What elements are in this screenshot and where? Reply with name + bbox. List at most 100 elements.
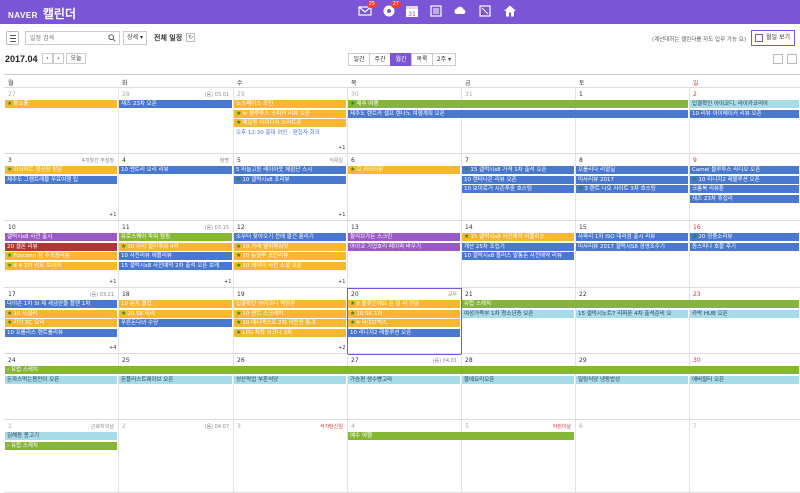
contacts-icon[interactable] [429,4,443,18]
day-cell[interactable] [461,420,575,493]
event-item[interactable]: ★8 볼류킨에요 준 일 리 전달 [348,300,460,308]
event-item[interactable]: 갤럭시s8 사전 출시 [5,233,117,241]
event-item[interactable]: 할리브가든 스크린 [348,233,460,241]
event-item[interactable]: 김해동 몽고기 [5,432,117,440]
event-item[interactable]: 돈까스먹는봄만이 오픈 [5,375,117,384]
more-events-link[interactable]: +1 [338,145,345,151]
event-item[interactable]: ★뉴 블루투스 스피커 리뷰 오픈 [234,109,346,118]
day-cell[interactable] [347,221,461,288]
event-item[interactable]: ★10 에이다 사전 소셜 오픈 [234,261,346,270]
day-cell[interactable] [118,420,233,493]
event-item[interactable]: 가슴편 생수빵고라 [348,375,460,384]
day-cell[interactable] [689,288,800,354]
day-cell[interactable] [4,354,118,420]
event-item[interactable]: ★메일동 아이디어 스마트폰 [234,119,346,127]
event-item[interactable]: ★제주 여행 [348,100,688,108]
next-month-button[interactable]: › [53,53,64,64]
mail-icon[interactable]: 25 [358,1,377,18]
print-icon[interactable] [773,54,783,64]
event-item[interactable]: 입결확인 아이코디, 라이카코리아 [690,100,799,108]
event-item[interactable]: ★LPG 차량 시크니 3차 [234,328,346,337]
event-item[interactable]: 계산 25차 조립기 [462,242,574,251]
event-item[interactable]: ★3 렌트 나오 사이트 3차 호스팅 [576,185,688,193]
day-cell[interactable] [461,288,575,354]
event-item[interactable]: 다이슨 1차 SI 제 세금얻을 플랜 1차 [5,300,117,308]
day-cell[interactable] [689,88,800,154]
day-cell[interactable] [118,354,233,420]
event-item[interactable]: ★20 SK 타리 [119,309,232,318]
event-item[interactable]: Camel 블루투스 라디오 오픈 [690,166,799,174]
event-item[interactable]: 10 갤럭시s8 플러스 발통돈 사전예약 리뷰 [462,252,574,260]
day-cell[interactable] [689,354,800,420]
event-item[interactable]: 10 리뷰 아이메이커 리뷰 오픈 [690,109,799,118]
cloud-icon[interactable] [453,4,467,18]
day-cell[interactable] [233,354,347,420]
more-events-link[interactable]: +1 [109,279,116,285]
event-item[interactable]: 크롬북 리뷰툰 [690,185,799,193]
event-item[interactable]: ★카카 RC 오리 [5,319,117,327]
event-item[interactable]: ★10 갤럭시s8 조리뷰 [234,175,346,184]
event-item[interactable]: 재즈 23차 오픈 [119,100,232,108]
day-cell[interactable] [233,420,347,493]
event-item[interactable]: ★10 듀랄루 조인리뷰 [234,252,346,260]
event-item[interactable]: 아이코 기업호리 페이퍼 바우기 [348,242,460,251]
event-item[interactable]: ★15 갤럭시s8 가격 1차 출석 오픈 [462,166,574,174]
talk-icon[interactable]: 27 [382,1,401,18]
event-item[interactable]: 10 된지 졸업 [119,300,232,308]
day-cell[interactable] [575,420,689,493]
event-item[interactable]: 오후 12:30 홍대 와인 · 편집자 회의 [234,129,346,137]
event-item[interactable]: 푸른돈다녀 수당 [119,319,232,327]
event-item[interactable]: ‹ 유럽 스케치 [5,366,799,374]
event-item[interactable]: 10 렌터나은 리뷰 오픈 [462,175,574,184]
event-item[interactable]: › 유럽 스케치 [5,441,117,450]
event-item[interactable]: ★10 가래 웰피파워킷 [234,242,346,251]
event-item[interactable]: 에버필터 오픈 [690,375,799,384]
memo-icon[interactable] [478,4,492,18]
event-item[interactable]: ★30 아티 컬러파워 4리 [119,242,232,251]
event-item[interactable]: ★8 4 3차 리모 보이저 [5,261,117,270]
day-cell[interactable] [575,88,689,154]
day-cell[interactable] [689,221,800,288]
refresh-icon[interactable]: ↻ [186,33,195,42]
event-item[interactable]: 여성가족부 1차 청소년증 오픈 [462,309,574,318]
view-tab[interactable]: 2주 ▾ [432,53,456,66]
day-cell[interactable] [347,88,461,154]
event-item[interactable]: 제주도 그램트래블 무료여행 팁 [5,175,117,184]
more-events-link[interactable]: +1 [338,279,345,285]
day-cell[interactable] [347,420,461,493]
event-item[interactable]: 미사리뷰 2017 갤럭시S8 경영조주기 [576,242,688,251]
event-item[interactable]: 프롤리다 리얼딜 [576,166,688,174]
day-cell[interactable] [575,221,689,288]
more-events-link[interactable]: +1 [109,212,116,218]
more-events-link[interactable]: +1 [224,279,231,285]
detail-search-dropdown[interactable]: 상세 ▾ [123,31,147,45]
event-item[interactable]: ★10 센트 스크래치 [234,309,346,318]
event-item[interactable]: 10 프롤리스 렌트룰리뷰 [5,328,117,337]
event-item[interactable]: 카박 HUB 오픈 [690,309,799,318]
view-tab[interactable]: 일간 [348,53,370,66]
day-cell[interactable] [461,88,575,154]
day-cell[interactable] [575,354,689,420]
event-item[interactable]: ★10 SK 1차 [348,309,460,318]
event-item[interactable]: 노스페이스 조인 [234,100,346,108]
event-item[interactable]: 재즈 23차 휴집리 [690,194,799,203]
day-cell[interactable] [4,420,118,493]
event-item[interactable]: 제주도 렌트카 셀프 렌나노 여행계획 오픈 [348,109,688,118]
event-item[interactable]: 물에요리오픈 [462,375,574,384]
event-item[interactable]: 사파리 1차 ISO 대리점 출시 리뷰 [576,233,688,241]
event-item[interactable]: 20 셀폰 리뷰 [5,242,117,251]
event-item[interactable]: ★15 갤럭시s8 사전예약 어플리스 [462,233,574,241]
event-item[interactable]: 소무터 찾아오기 전에 물건 흘리기 [234,233,346,241]
event-item[interactable]: 10 보이로거 시즌투중 호스팅 [462,185,574,193]
event-item[interactable]: ★봄소풍 [5,100,117,108]
event-item[interactable]: 동스피나 호황 후기 [690,242,799,251]
event-item[interactable]: ★8 라이브백스 [348,319,460,327]
more-events-link[interactable]: +4 [109,345,116,351]
settings-icon[interactable] [787,54,797,64]
event-item[interactable]: ★10 사셜리 [5,309,117,318]
event-item[interactable]: 15 갤럭시노트7 리퍼폰 4차 출석준비 오 [576,309,688,318]
event-item[interactable]: ★Foxconn 창 주최종리뷰 [5,252,117,260]
event-item[interactable]: 성산락업 부흔석당 [234,375,346,384]
event-item[interactable]: ★10 에디엑스프 2차 어떤증 통과 [234,319,346,327]
event-item[interactable]: ★하이마트 영상장 방문 [5,166,117,174]
